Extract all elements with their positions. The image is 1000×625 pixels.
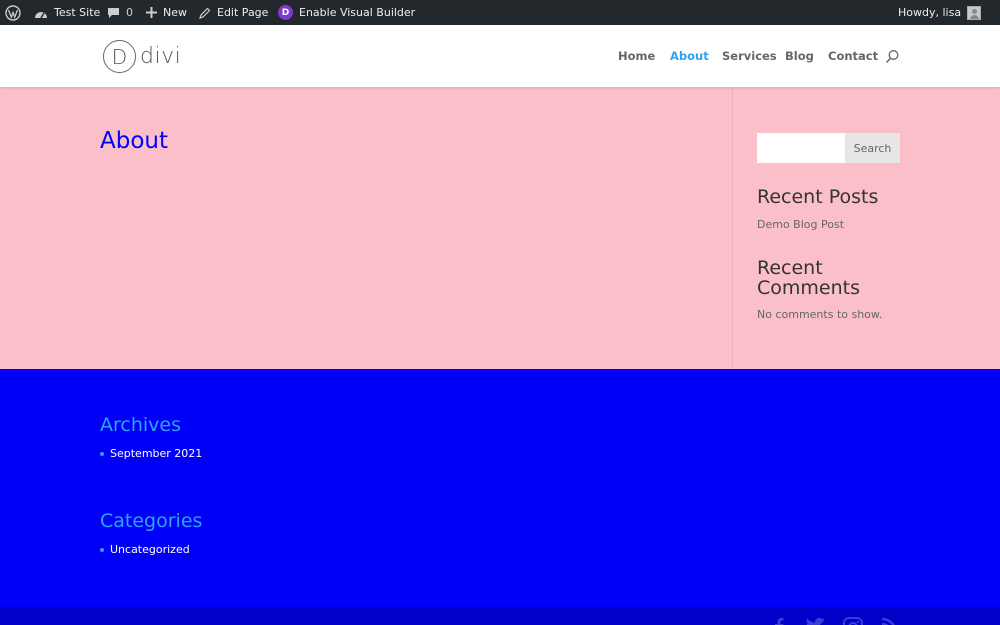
- wordpress-logo-icon[interactable]: [5, 0, 21, 25]
- admin-bar: Test Site 0 New Edit Page D Enable Visua…: [0, 0, 1000, 25]
- site-logo[interactable]: D divi: [103, 40, 181, 73]
- categories-title: Categories: [100, 510, 203, 532]
- recent-comments-title-line2: Comments: [757, 277, 860, 299]
- divi-builder-icon: D: [278, 5, 293, 20]
- twitter-icon[interactable]: [806, 617, 826, 625]
- comment-bubble-icon: [107, 7, 120, 19]
- category-list-item[interactable]: Uncategorized: [100, 543, 190, 556]
- comments-link[interactable]: 0: [107, 0, 133, 25]
- nav-contact[interactable]: Contact: [828, 49, 878, 63]
- site-name-label: Test Site: [54, 6, 101, 19]
- visual-builder-label: Enable Visual Builder: [299, 6, 416, 19]
- nav-services[interactable]: Services: [722, 49, 777, 63]
- main-content: About Search Recent Posts Demo Blog Post…: [0, 87, 1000, 369]
- comments-count: 0: [126, 6, 133, 19]
- search-icon[interactable]: [885, 49, 900, 64]
- pencil-icon: [199, 7, 211, 19]
- recent-posts-title: Recent Posts: [757, 186, 879, 208]
- bullet-icon: [100, 451, 104, 456]
- page-title: About: [100, 128, 169, 154]
- visual-builder-link[interactable]: D Enable Visual Builder: [278, 0, 415, 25]
- recent-post-link[interactable]: Demo Blog Post: [757, 218, 844, 231]
- new-content-link[interactable]: New: [146, 0, 187, 25]
- recent-comments-title-line1: Recent: [757, 257, 823, 279]
- archive-list-item[interactable]: September 2021: [100, 447, 202, 460]
- nav-blog[interactable]: Blog: [785, 49, 814, 63]
- search-input[interactable]: [757, 133, 845, 163]
- search-button[interactable]: Search: [845, 133, 900, 163]
- site-name-link[interactable]: Test Site: [34, 0, 100, 25]
- archive-link[interactable]: September 2021: [110, 447, 202, 460]
- site-header: D divi Home About Services Blog Contact: [0, 25, 1000, 87]
- archives-title: Archives: [100, 414, 181, 436]
- instagram-icon[interactable]: [843, 617, 863, 625]
- avatar: [967, 5, 982, 20]
- category-link[interactable]: Uncategorized: [110, 543, 190, 556]
- footer-widgets: Archives September 2021 Categories Uncat…: [0, 369, 1000, 607]
- logo-text: divi: [140, 44, 182, 69]
- footer-bottom-bar: [0, 607, 1000, 625]
- edit-page-label: Edit Page: [217, 6, 269, 19]
- facebook-icon[interactable]: [774, 617, 784, 625]
- nav-about[interactable]: About: [670, 49, 709, 63]
- rss-icon[interactable]: [880, 617, 898, 625]
- plus-icon: [146, 7, 157, 18]
- no-comments-text: No comments to show.: [757, 308, 883, 321]
- logo-mark: D: [103, 40, 136, 73]
- edit-page-link[interactable]: Edit Page: [199, 0, 268, 25]
- dashboard-icon: [34, 7, 48, 19]
- greeting-label: Howdy, lisa: [898, 6, 962, 19]
- sidebar-divider: [732, 87, 733, 369]
- new-label: New: [163, 6, 187, 19]
- nav-home[interactable]: Home: [618, 49, 655, 63]
- bullet-icon: [100, 547, 104, 552]
- user-account-menu[interactable]: Howdy, lisa: [898, 0, 982, 25]
